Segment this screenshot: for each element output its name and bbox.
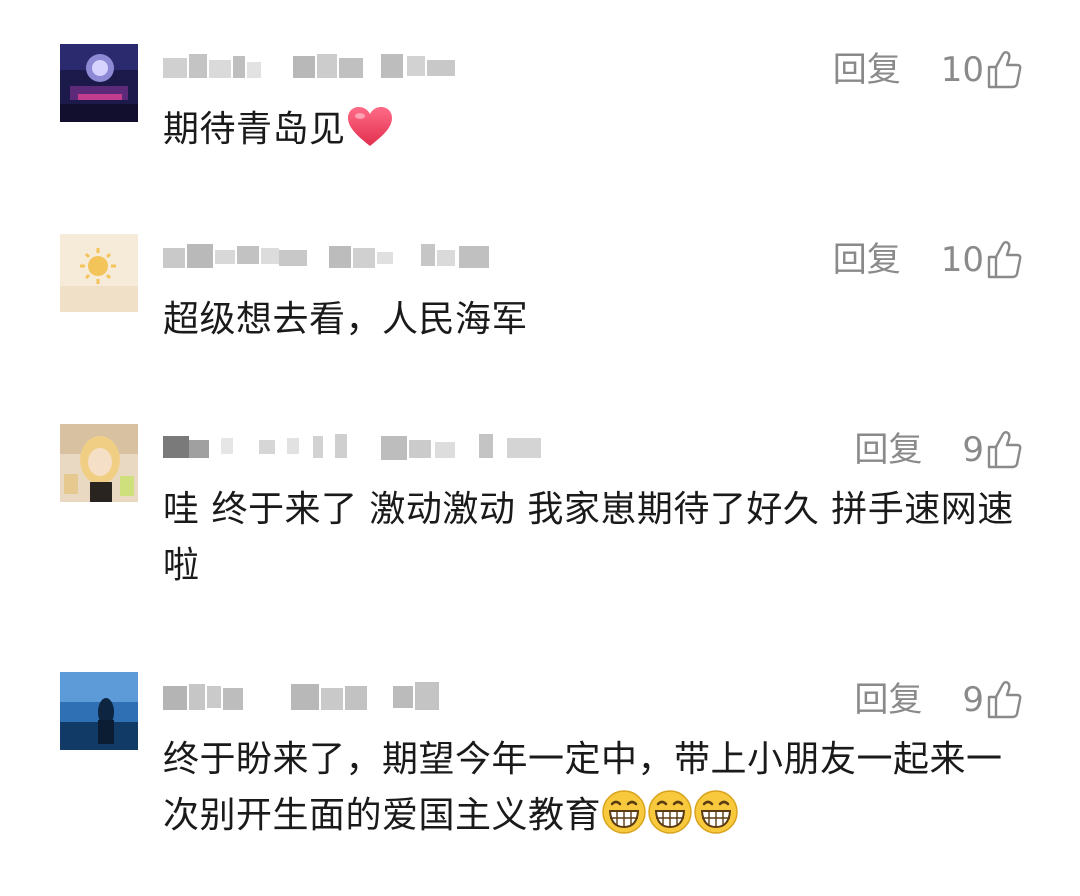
comment-text: 超级想去看，人民海军: [163, 292, 1033, 348]
comment-text: 哇 终于来了 激动激动 我家崽期待了好久 拼手速网速啦: [163, 482, 1033, 594]
comment-item: 回复 10 期待青岛见: [0, 44, 1080, 164]
grin-emoji: [647, 789, 693, 852]
comment-text-content: 超级想去看，人民海军: [163, 299, 529, 340]
avatar[interactable]: [60, 672, 138, 750]
comment-text-content: 期待青岛见: [163, 109, 346, 150]
grin-emoji: [601, 789, 647, 852]
comment-text-content: 哇 终于来了 激动激动 我家崽期待了好久 拼手速网速啦: [163, 489, 1014, 586]
reply-button[interactable]: 回复: [833, 48, 901, 92]
like-count: 10: [940, 50, 984, 90]
reply-button[interactable]: 回复: [854, 678, 922, 722]
comment-item: 回复 10 超级想去看，人民海军: [0, 234, 1080, 354]
thumb-up-icon[interactable]: [986, 430, 1022, 470]
like-count: 10: [940, 240, 984, 280]
comment-text-content: 终于盼来了，期望今年一定中，带上小朋友一起来一次别开生面的爱国主义教育: [163, 739, 1003, 836]
reply-button[interactable]: 回复: [833, 238, 901, 282]
like-count: 9: [962, 430, 984, 470]
username-blurred[interactable]: [163, 678, 463, 710]
thumb-up-icon[interactable]: [986, 240, 1022, 280]
avatar[interactable]: [60, 44, 138, 122]
reply-button[interactable]: 回复: [854, 428, 922, 472]
username-blurred[interactable]: [163, 50, 463, 82]
like-count: 9: [962, 680, 984, 720]
comment-item: 回复 9 哇 终于来了 激动激动 我家崽期待了好久 拼手速网速啦: [0, 424, 1080, 604]
comment-actions: 回复 9: [854, 678, 1022, 722]
grin-emoji: [693, 789, 739, 852]
comment-actions: 回复 9: [854, 428, 1022, 472]
avatar[interactable]: [60, 424, 138, 502]
thumb-up-icon[interactable]: [986, 680, 1022, 720]
username-blurred[interactable]: [163, 240, 503, 272]
comment-actions: 回复 10: [833, 48, 1022, 92]
comment-text: 期待青岛见: [163, 102, 1033, 166]
thumb-up-icon[interactable]: [986, 50, 1022, 90]
comment-text: 终于盼来了，期望今年一定中，带上小朋友一起来一次别开生面的爱国主义教育: [163, 732, 1033, 852]
username-blurred[interactable]: [163, 430, 553, 462]
comment-actions: 回复 10: [833, 238, 1022, 282]
heart-emoji: [346, 105, 394, 166]
comment-item: 回复 9 终于盼来了，期望今年一定中，带上小朋友一起来一次别开生面的爱国主义教育: [0, 672, 1080, 862]
avatar[interactable]: [60, 234, 138, 312]
